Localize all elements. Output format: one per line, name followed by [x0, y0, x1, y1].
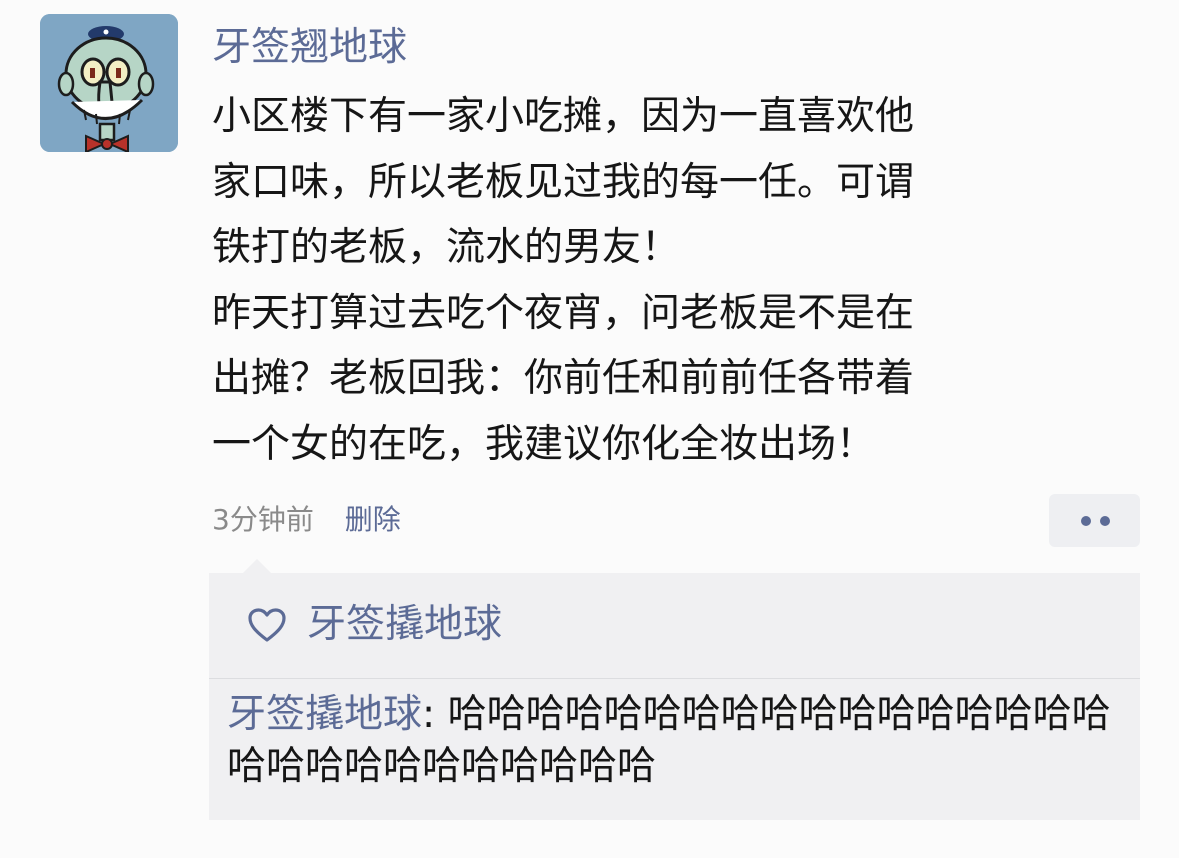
comment-separator: : — [422, 692, 448, 737]
post-content-line: 一个女的在吃，我建议你化全妆出场！ — [212, 421, 876, 467]
likes-row: 牙签撬地球 — [209, 573, 1140, 678]
comment-item[interactable]: 牙签撬地球: 哈哈哈哈哈哈哈哈哈哈哈哈哈哈哈哈哈哈哈哈哈哈哈哈哈哈哈哈 — [227, 689, 1127, 793]
squidward-avatar-icon — [40, 14, 178, 152]
post-content-line: 铁打的老板，流水的男友！ — [212, 225, 681, 270]
comment-author[interactable]: 牙签撬地球 — [227, 692, 422, 737]
post-timestamp: 3分钟前 — [212, 503, 314, 536]
post-content-line: 家口味，所以老板见过我的每一任。可谓 — [212, 159, 915, 205]
post-content-line: 出摊？老板回我：你前任和前前任各带着 — [212, 356, 915, 401]
interaction-panel: 牙签撬地球 牙签撬地球: 哈哈哈哈哈哈哈哈哈哈哈哈哈哈哈哈哈哈哈哈哈哈哈哈哈哈哈… — [209, 559, 1140, 820]
post-content: 小区楼下有一家小吃摊，因为一直喜欢他 家口味，所以老板见过我的每一任。可谓 铁打… — [212, 84, 1042, 477]
post-content-line: 昨天打算过去吃个夜宵，问老板是不是在 — [212, 290, 915, 336]
panel-divider — [209, 678, 1140, 679]
panel-caret — [243, 559, 271, 573]
moments-post: 牙签翘地球 小区楼下有一家小吃摊，因为一直喜欢他 家口味，所以老板见过我的每一任… — [0, 0, 1179, 858]
delete-button[interactable]: 删除 — [345, 503, 401, 536]
post-content-line: 小区楼下有一家小吃摊，因为一直喜欢他 — [212, 94, 915, 139]
avatar[interactable] — [40, 14, 178, 152]
more-actions-button[interactable] — [1049, 494, 1140, 547]
more-dots-icon — [1081, 516, 1091, 526]
post-meta: 3分钟前 删除 — [212, 500, 401, 540]
more-dots-icon — [1100, 516, 1110, 526]
liker-name[interactable]: 牙签撬地球 — [307, 599, 502, 651]
post-username[interactable]: 牙签翘地球 — [212, 22, 407, 74]
heart-outline-icon — [248, 608, 286, 642]
